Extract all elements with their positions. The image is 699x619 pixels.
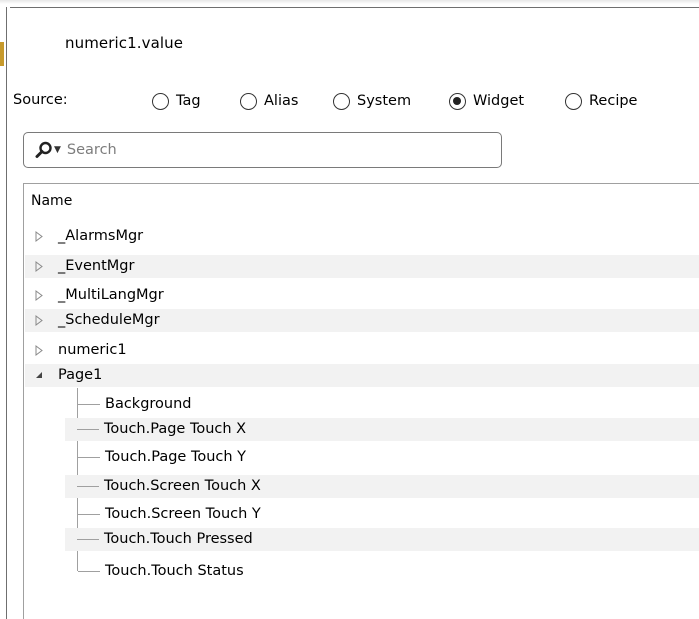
radio-tag[interactable]: Tag (152, 90, 201, 112)
radio-tag-label: Tag (176, 93, 201, 109)
search-input[interactable] (64, 141, 469, 159)
tree-node-numeric1[interactable]: numeric1 (25, 339, 699, 362)
tree-leaf[interactable]: Touch.Screen Touch X (65, 475, 699, 498)
tree-leaf-label: Touch.Screen Touch Y (105, 506, 261, 522)
tree-leaf[interactable]: Touch.Page Touch X (65, 418, 699, 441)
window-top-border (10, 7, 699, 8)
radio-system-label: System (357, 93, 412, 109)
triangle-right-icon[interactable] (33, 313, 45, 327)
triangle-right-icon[interactable] (33, 229, 45, 243)
tree-leaf[interactable]: Touch.Page Touch Y (25, 446, 699, 469)
radio-system[interactable]: System (333, 90, 411, 112)
chevron-down-icon[interactable]: ▼ (54, 145, 61, 155)
tree-leaf[interactable]: Touch.Screen Touch Y (25, 503, 699, 526)
triangle-down-icon[interactable] (33, 368, 45, 382)
radio-recipe-label: Recipe (589, 93, 638, 109)
radio-circle[interactable] (240, 92, 257, 110)
binding-dialog: numeric1.value Source: Tag Alias System … (0, 0, 699, 619)
tree-node-alarmsmgr[interactable]: _AlarmsMgr (25, 225, 699, 248)
triangle-right-icon[interactable] (33, 259, 45, 273)
source-label: Source: (13, 92, 68, 108)
window-left-border (6, 7, 7, 619)
tree-connector (77, 539, 99, 540)
radio-widget-label: Widget (473, 93, 525, 109)
radio-alias-label: Alias (264, 93, 299, 109)
tree-node-label: _MultiLangMgr (58, 287, 164, 303)
tree-node-page1[interactable]: Page1 (25, 364, 699, 387)
tree-leaf-label: Touch.Page Touch Y (105, 449, 247, 465)
tree-connector (78, 404, 100, 405)
radio-circle[interactable] (565, 92, 582, 110)
search-box[interactable]: ▼ (23, 132, 502, 168)
tree-connector (78, 571, 100, 572)
window-top-strip (0, 0, 699, 4)
tree-node-label: numeric1 (58, 342, 127, 358)
radio-circle[interactable] (152, 92, 169, 110)
tree-column-header-name: Name (31, 193, 73, 209)
tree-node-label: _AlarmsMgr (58, 228, 144, 244)
triangle-right-icon[interactable] (33, 343, 45, 357)
tree-node-schedulemgr[interactable]: _ScheduleMgr (25, 309, 699, 332)
tree-connector (77, 429, 99, 430)
tree-leaf-label: Touch.Page Touch X (104, 421, 247, 437)
tree-node-label: _EventMgr (58, 258, 135, 274)
tree-leaf[interactable]: Touch.Touch Status (25, 560, 699, 583)
tree-node-multilangmgr[interactable]: _MultiLangMgr (25, 284, 699, 307)
tree-node-label: Page1 (58, 367, 103, 383)
tree-leaf[interactable]: Touch.Touch Pressed (65, 528, 699, 551)
radio-alias[interactable]: Alias (240, 90, 298, 112)
triangle-right-icon[interactable] (33, 288, 45, 302)
tree-leaf[interactable]: Background (25, 393, 699, 416)
tree-leaf-label: Touch.Screen Touch X (104, 478, 261, 494)
tree-node-label: _ScheduleMgr (58, 312, 160, 328)
tree-leaf-label: Touch.Touch Pressed (104, 531, 253, 547)
tree-leaf-label: Background (105, 396, 192, 412)
dialog-title: numeric1.value (65, 34, 184, 52)
radio-widget[interactable]: Widget (449, 90, 524, 112)
tree-node-eventmgr[interactable]: _EventMgr (25, 255, 699, 278)
window-edge-marker (0, 42, 4, 66)
tree-connector (78, 514, 100, 515)
tree-connector (77, 486, 99, 487)
radio-circle-checked[interactable] (449, 92, 466, 110)
radio-circle[interactable] (333, 92, 350, 110)
tree-leaf-label: Touch.Touch Status (105, 563, 244, 579)
radio-recipe[interactable]: Recipe (565, 90, 637, 112)
widget-tree: Name _AlarmsMgr _EventMgr _MultiLangMgr … (23, 183, 699, 619)
tree-connector (78, 457, 100, 458)
